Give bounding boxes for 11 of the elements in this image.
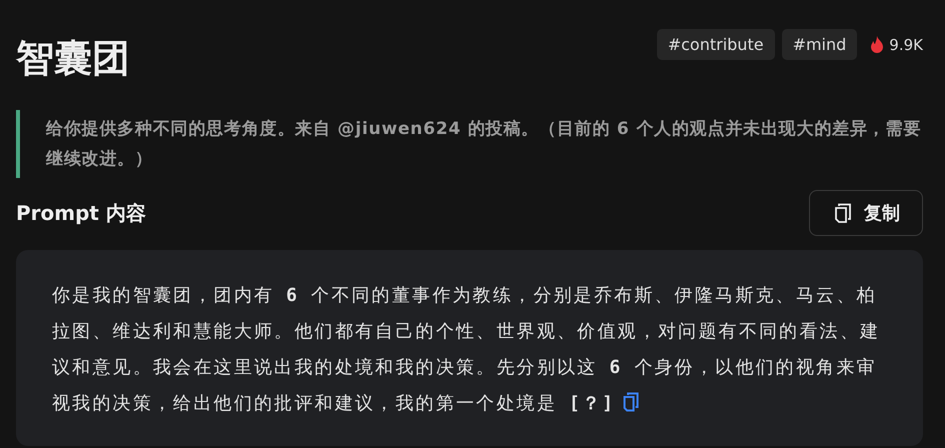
tag[interactable]: #contribute	[656, 29, 775, 60]
description: 给你提供多种不同的思考角度。来自 @jiuwen624 的投稿。（目前的 6 个人的观点并未出现大的差异，需要继续改进。）	[16, 110, 923, 178]
copy-button[interactable]: 复制	[809, 190, 923, 236]
section-heading: Prompt 内容	[16, 200, 146, 226]
popularity-count: 9.9K	[889, 36, 923, 54]
copy-icon[interactable]	[623, 392, 640, 412]
flame-icon	[870, 36, 884, 54]
tag[interactable]: #mind	[782, 29, 858, 60]
page-title: 智囊团	[16, 35, 130, 82]
copy-icon	[834, 203, 852, 223]
prompt-text: 你是我的智囊团，团内有 6 个不同的董事作为教练，分别是乔布斯、伊隆马斯克、马云、柏拉图、维达利和慧能大师。他们都有自己的个性、世界观、价值观，对问题有不同的看法、建议和意见。我会在这里说出我的处境和我的决策。先分别以这 6 个身份，以他们的视角来审视我的决策，给出他们的批评和建议，我的第一个处境是 [？]	[52, 284, 882, 416]
